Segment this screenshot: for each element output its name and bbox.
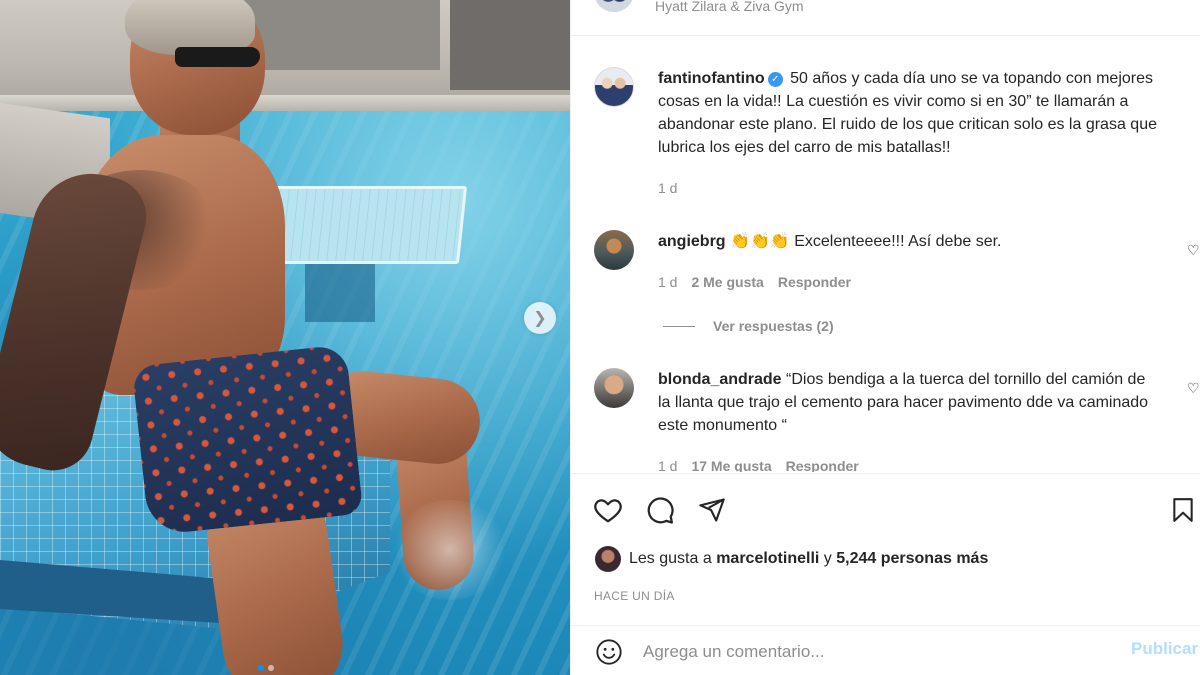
verified-badge-icon: ✓: [767, 72, 783, 87]
header-avatar[interactable]: [595, 0, 633, 12]
likes-summary: Les gusta a marcelotinelli y 5,244 perso…: [595, 546, 988, 572]
carousel-next-button[interactable]: ❯: [524, 302, 556, 334]
comment-body: blonda_andrade “Dios bendiga a la tuerca…: [658, 368, 1158, 437]
person-sunglasses: [175, 47, 260, 67]
avatar[interactable]: [594, 368, 634, 408]
reply-button[interactable]: Responder: [778, 274, 851, 290]
comment-bubble-icon[interactable]: [644, 494, 676, 526]
heart-icon[interactable]: ♡: [1187, 381, 1200, 395]
liker-avatar[interactable]: [595, 546, 621, 572]
post-header: Hyatt Zilara & Ziva Gym: [571, 0, 1200, 36]
caption-username[interactable]: fantinofantino: [658, 70, 765, 87]
comment-input[interactable]: [643, 638, 1103, 666]
post-timestamp[interactable]: HACE UN DÍA: [594, 589, 675, 603]
emoji-icon[interactable]: [595, 638, 623, 666]
chevron-right-icon: ❯: [533, 310, 547, 327]
action-bar: [571, 473, 1200, 543]
view-replies-label: Ver respuestas (2): [713, 318, 834, 334]
comments-list[interactable]: fantinofantino ✓ 50 años y cada día uno s…: [571, 37, 1200, 472]
heart-icon[interactable]: ♡: [1187, 243, 1200, 257]
pool-table-base: [305, 262, 375, 322]
pool-table: [260, 186, 468, 264]
post-location[interactable]: Hyatt Zilara & Ziva Gym: [655, 0, 804, 14]
caption-meta: 1 d: [658, 180, 677, 196]
publish-button[interactable]: Publicar: [1131, 639, 1198, 659]
deck-wall-dark: [450, 0, 570, 90]
share-send-icon[interactable]: [696, 494, 728, 526]
carousel-dot: [268, 665, 274, 671]
comment-time[interactable]: 1 d: [658, 274, 677, 290]
post-photo[interactable]: ❯: [0, 0, 570, 675]
replies-divider: [663, 325, 695, 327]
carousel-dot-active: [258, 665, 264, 671]
caption-body: fantinofantino ✓ 50 años y cada día uno s…: [658, 67, 1158, 159]
likes-prefix: Les gusta a: [629, 550, 712, 567]
view-replies-button[interactable]: Ver respuestas (2): [663, 318, 834, 334]
reply-button[interactable]: Responder: [786, 458, 859, 472]
post-side-panel: Hyatt Zilara & Ziva Gym fantinofantino ✓ …: [570, 0, 1200, 675]
comment-likes[interactable]: 2 Me gusta: [691, 274, 763, 290]
comment-meta: 1 d 17 Me gusta Responder: [658, 458, 859, 472]
comment-meta: 1 d 2 Me gusta Responder: [658, 274, 851, 290]
person-shorts: [131, 344, 364, 536]
avatar[interactable]: [594, 67, 634, 107]
likes-connector: y: [823, 550, 832, 567]
comment-username[interactable]: blonda_andrade: [658, 371, 782, 388]
comment-likes[interactable]: 17 Me gusta: [691, 458, 771, 472]
comment-body: angiebrg 👏👏👏 Excelenteeee!!! Así debe se…: [658, 230, 1158, 253]
likes-count[interactable]: 5,244 personas más: [836, 550, 988, 567]
save-bookmark-icon[interactable]: [1167, 494, 1199, 526]
add-comment-bar: Publicar: [571, 625, 1200, 675]
like-heart-icon[interactable]: [592, 494, 624, 526]
comment-time[interactable]: 1 d: [658, 458, 677, 472]
water-splash: [390, 500, 510, 600]
comment-username[interactable]: angiebrg: [658, 233, 726, 250]
comment-text: 👏👏👏 Excelenteeee!!! Así debe ser.: [730, 233, 1002, 250]
carousel-indicator: [258, 665, 274, 671]
pool-ledge: [0, 95, 570, 111]
liker-username[interactable]: marcelotinelli: [716, 550, 819, 567]
avatar[interactable]: [594, 230, 634, 270]
caption-time[interactable]: 1 d: [658, 180, 677, 196]
